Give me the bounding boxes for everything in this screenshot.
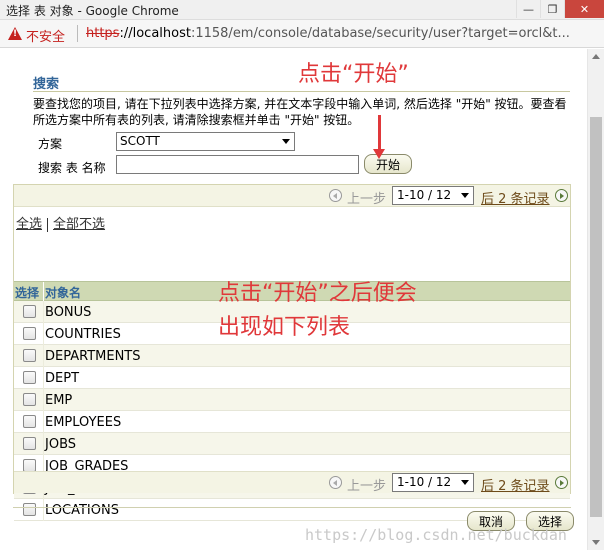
vertical-scrollbar[interactable]	[587, 49, 604, 550]
pagination-bottom: 上一步 1-10 / 12 后 2 条记录	[14, 471, 570, 494]
prev-link: 上一步	[347, 192, 387, 207]
search-name-label: 搜索 表 名称	[38, 161, 106, 175]
search-name-input[interactable]	[116, 155, 359, 174]
maximize-button[interactable]: ❐	[540, 0, 564, 18]
column-divider	[43, 411, 44, 433]
prev-arrow-icon	[329, 476, 342, 489]
prev-link: 上一步	[347, 479, 387, 494]
row-checkbox[interactable]	[23, 437, 36, 450]
column-divider	[43, 367, 44, 389]
url-text[interactable]: https://localhost:1158/em/console/databa…	[86, 26, 596, 41]
row-checkbox[interactable]	[23, 327, 36, 340]
next-link[interactable]: 后 2 条记录	[481, 188, 550, 207]
select-all-link[interactable]: 全选	[16, 217, 42, 232]
table-row: DEPT	[14, 367, 570, 389]
column-divider	[43, 301, 44, 323]
next-link[interactable]: 后 2 条记录	[481, 475, 550, 494]
prev-arrow-icon	[329, 189, 342, 202]
object-name-cell: JOBS	[45, 437, 77, 452]
object-name-cell: EMPLOYEES	[45, 415, 122, 430]
schema-label: 方案	[38, 137, 63, 151]
header-divider	[43, 282, 44, 302]
window-controls: — ❐ ✕	[516, 0, 604, 20]
object-name-cell: LOCATIONS	[45, 503, 119, 518]
minimize-button[interactable]: —	[516, 0, 540, 18]
scroll-down-icon[interactable]	[592, 540, 600, 545]
page-content: 搜索 要查找您的项目, 请在下拉列表中选择方案, 并在文本字段中输入单词, 然后…	[0, 49, 586, 550]
url-path: :1158/em/console/database/security/user?…	[190, 26, 570, 41]
row-checkbox[interactable]	[23, 393, 36, 406]
page-range-value: 1-10 / 12	[397, 188, 452, 202]
pagination-top: 上一步 1-10 / 12 后 2 条记录	[14, 185, 570, 207]
column-divider	[43, 433, 44, 455]
column-divider	[43, 345, 44, 367]
header-select: 选择	[15, 286, 40, 300]
select-none-link[interactable]: 全部不选	[53, 217, 105, 232]
row-checkbox[interactable]	[23, 305, 36, 318]
schema-select[interactable]: SCOTT	[116, 132, 295, 151]
chevron-down-icon	[461, 193, 469, 198]
header-object-name: 对象名	[45, 286, 82, 300]
column-divider	[43, 389, 44, 411]
search-heading: 搜索	[33, 77, 60, 92]
link-divider	[47, 217, 49, 232]
selection-links: 全选 全部不选	[16, 213, 105, 232]
next-arrow-icon[interactable]	[555, 476, 568, 489]
scroll-up-icon[interactable]	[592, 54, 600, 59]
footer-divider	[13, 507, 571, 508]
heading-divider	[33, 91, 570, 92]
url-scheme: https	[86, 26, 120, 41]
annotation-after-go-line2: 出现如下列表	[218, 315, 351, 340]
column-divider	[43, 323, 44, 345]
column-divider	[43, 499, 44, 521]
annotation-after-go-line1: 点击“开始”之后便会	[218, 281, 417, 306]
warning-icon[interactable]	[8, 27, 22, 40]
url-host: ://localhost	[119, 26, 191, 41]
table-row: JOBS	[14, 433, 570, 455]
table-row: DEPARTMENTS	[14, 345, 570, 367]
address-separator	[77, 25, 78, 42]
annotation-arrow-icon	[373, 115, 385, 159]
window-title: 选择 表 对象 - Google Chrome	[6, 4, 179, 18]
object-name-cell: EMP	[45, 393, 73, 408]
next-arrow-icon[interactable]	[555, 189, 568, 202]
chevron-down-icon	[282, 139, 290, 144]
window-title-bar: 选择 表 对象 - Google Chrome — ❐ ✕	[0, 0, 604, 20]
row-checkbox[interactable]	[23, 503, 36, 516]
page-range-select[interactable]: 1-10 / 12	[392, 473, 474, 492]
row-checkbox[interactable]	[23, 415, 36, 428]
table-row: EMPLOYEES	[14, 411, 570, 433]
close-button[interactable]: ✕	[564, 0, 604, 18]
annotation-click-go: 点击“开始”	[298, 62, 409, 87]
object-name-cell: BONUS	[45, 305, 92, 320]
row-checkbox[interactable]	[23, 371, 36, 384]
watermark: https://blog.csdn.net/buckdan	[305, 526, 567, 544]
row-checkbox[interactable]	[23, 349, 36, 362]
page-range-select[interactable]: 1-10 / 12	[392, 186, 474, 205]
scroll-thumb[interactable]	[590, 117, 602, 517]
page-range-value: 1-10 / 12	[397, 475, 452, 489]
object-name-cell: COUNTRIES	[45, 327, 121, 342]
object-name-cell: DEPARTMENTS	[45, 349, 141, 364]
object-name-cell: DEPT	[45, 371, 80, 386]
address-bar[interactable]: 不安全 https://localhost:1158/em/console/da…	[0, 20, 604, 48]
table-row: EMP	[14, 389, 570, 411]
search-instructions: 要查找您的项目, 请在下拉列表中选择方案, 并在文本字段中输入单词, 然后选择 …	[33, 97, 567, 127]
chevron-down-icon	[461, 480, 469, 485]
go-button[interactable]: 开始	[364, 154, 412, 174]
security-label[interactable]: 不安全	[26, 26, 65, 45]
schema-select-value: SCOTT	[120, 134, 160, 148]
